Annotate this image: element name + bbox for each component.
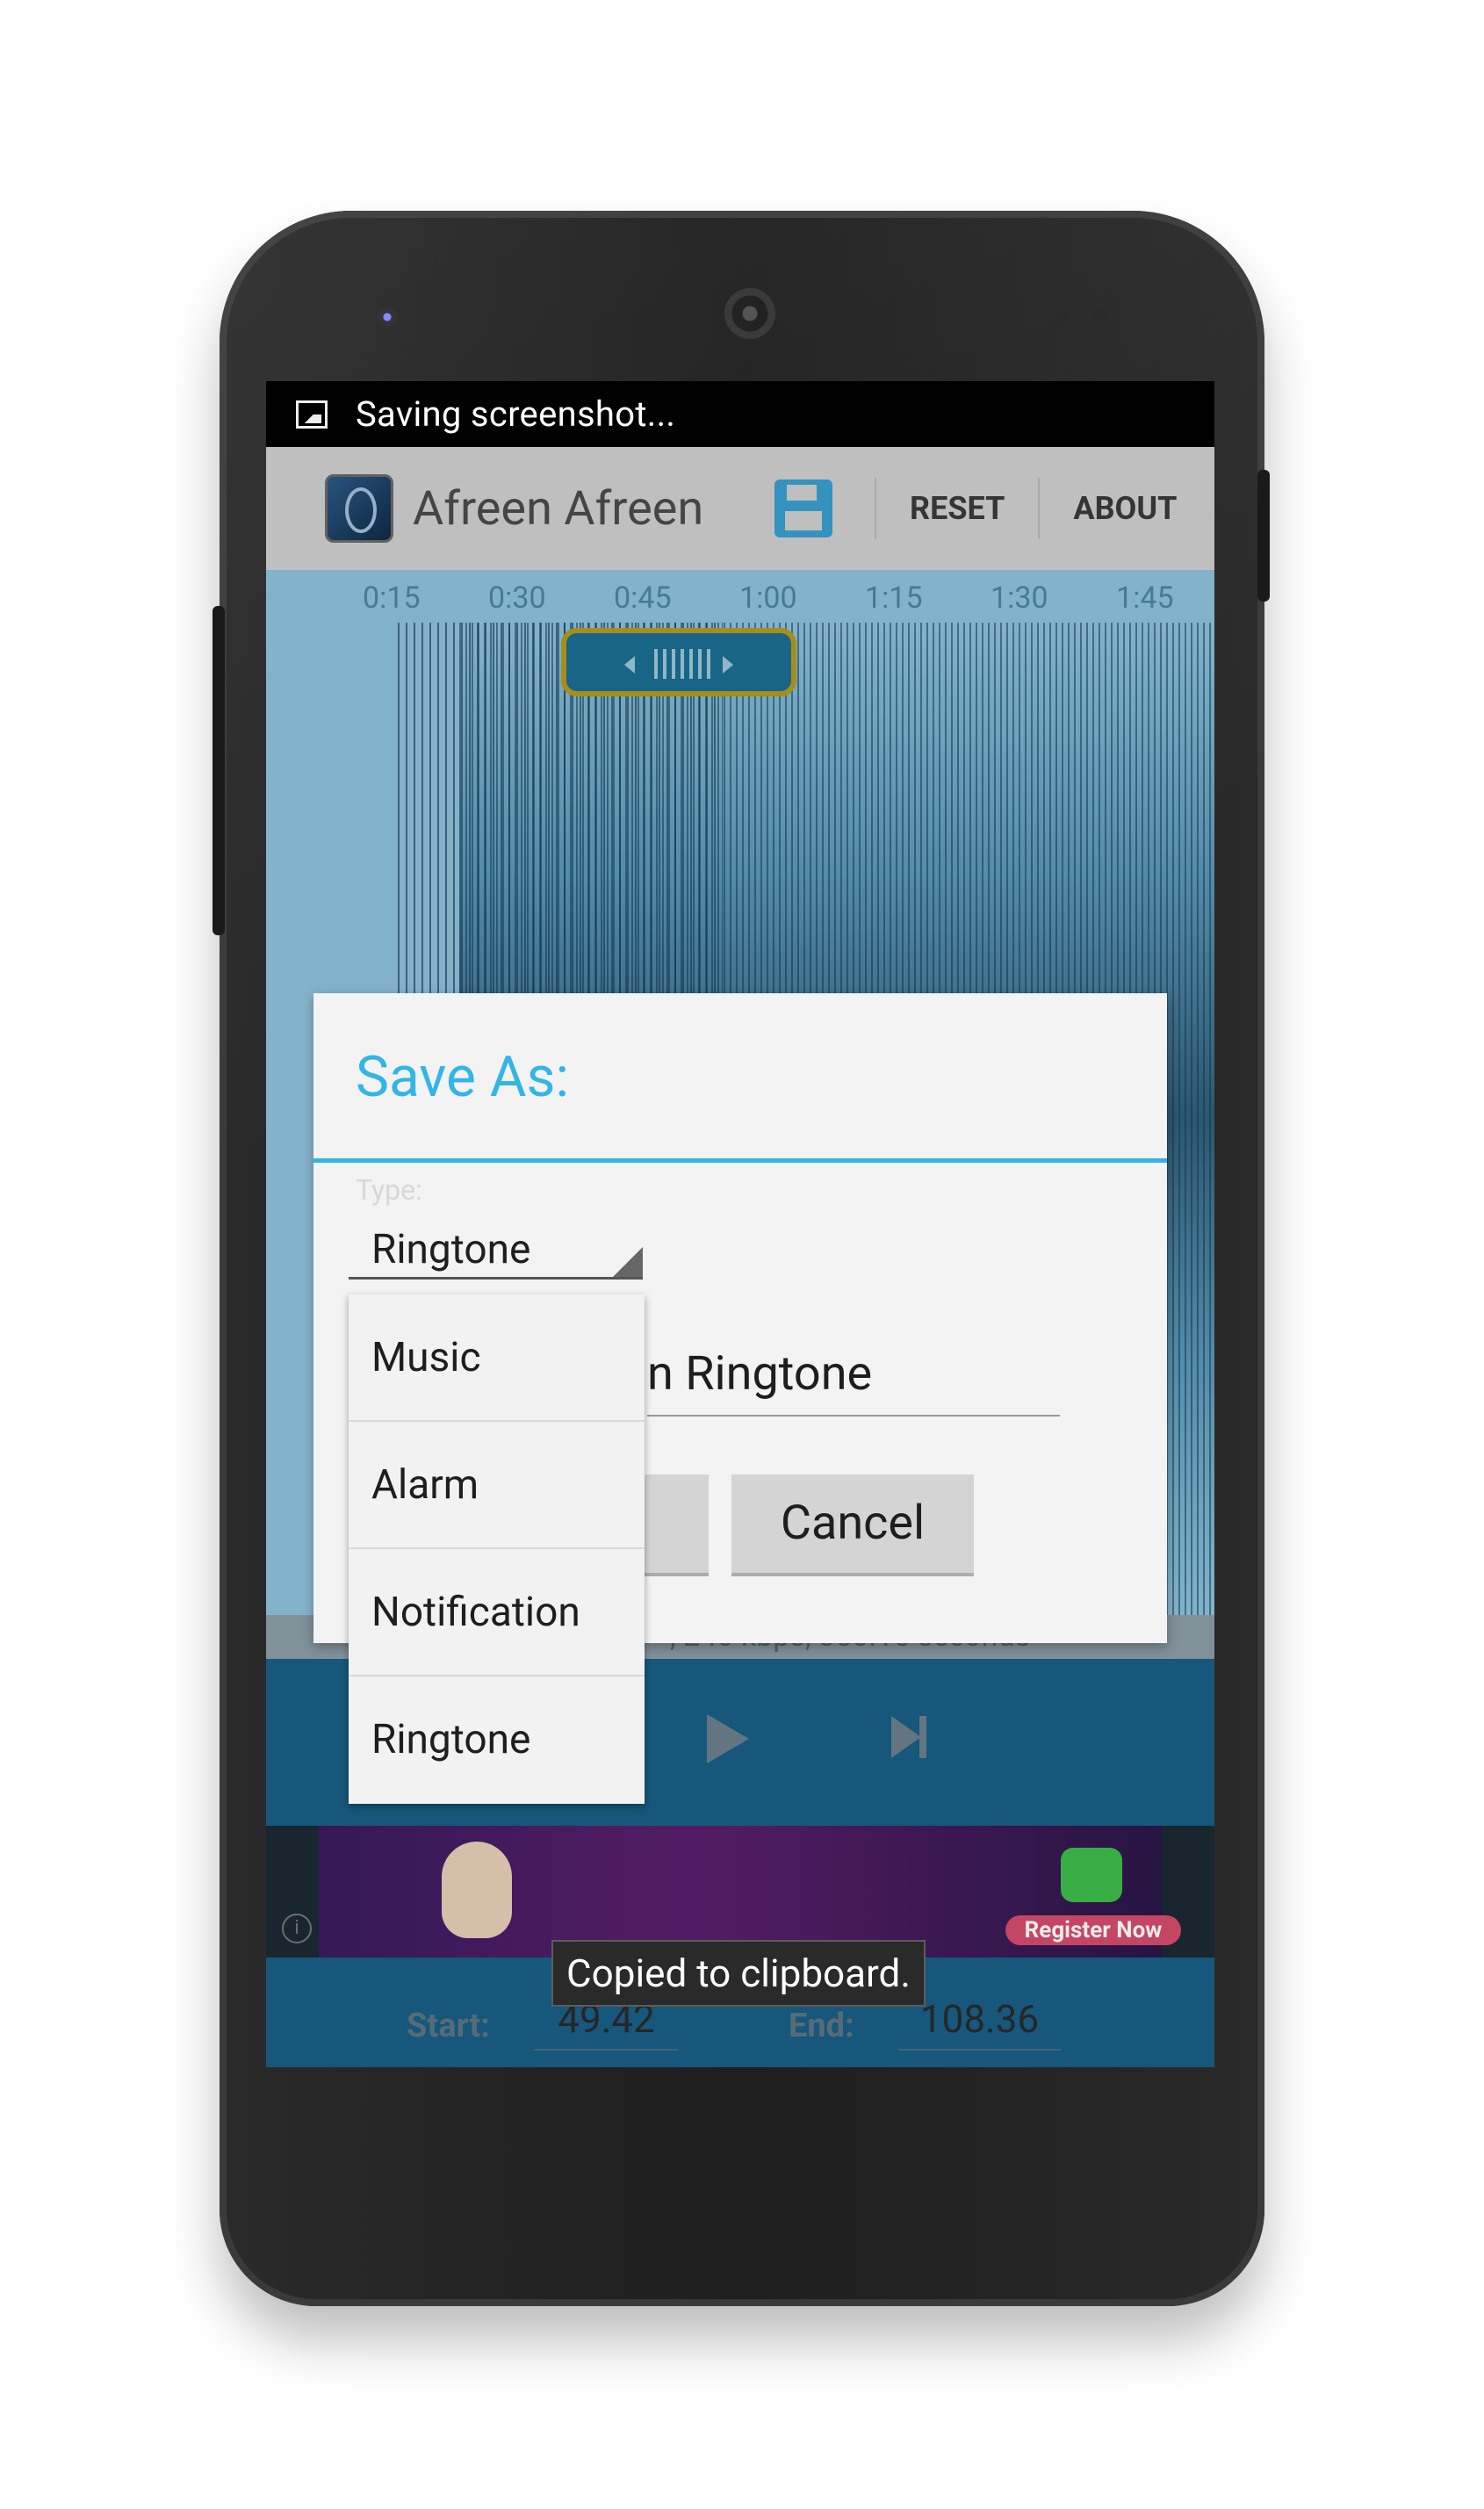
type-label: Type: — [356, 1173, 422, 1207]
menu-item-ringtone[interactable]: Ringtone — [349, 1676, 645, 1804]
menu-item-notification[interactable]: Notification — [349, 1549, 645, 1676]
type-spinner[interactable]: Ringtone — [349, 1226, 643, 1280]
cancel-button[interactable]: Cancel — [731, 1474, 974, 1576]
power-button — [1257, 470, 1270, 602]
image-icon — [296, 400, 328, 429]
type-spinner-value: Ringtone — [371, 1226, 531, 1273]
menu-item-music[interactable]: Music — [349, 1294, 645, 1422]
proximity-sensor-2 — [1093, 309, 1106, 321]
front-camera — [724, 288, 775, 339]
screen: Saving screenshot... Afreen Afreen RESET… — [266, 381, 1214, 2067]
dropdown-arrow-icon — [613, 1247, 643, 1277]
status-bar: Saving screenshot... — [266, 381, 1214, 447]
type-dropdown-menu: Music Alarm Notification Ringtone — [349, 1294, 645, 1804]
filename-field[interactable]: n Ringtone — [647, 1346, 1060, 1417]
toast: Copied to clipboard. — [551, 1940, 926, 2007]
app-content: Afreen Afreen RESET ABOUT 0:15 0:30 0:45… — [266, 447, 1214, 2067]
menu-item-alarm[interactable]: Alarm — [349, 1422, 645, 1549]
dialog-title: Save As: — [356, 1044, 570, 1110]
volume-button — [213, 606, 225, 935]
proximity-sensor — [1058, 309, 1070, 321]
status-notification: Saving screenshot... — [356, 393, 676, 435]
filename-value: n Ringtone — [647, 1346, 873, 1402]
dialog-title-divider — [313, 1158, 1167, 1163]
light-sensor — [378, 307, 397, 327]
